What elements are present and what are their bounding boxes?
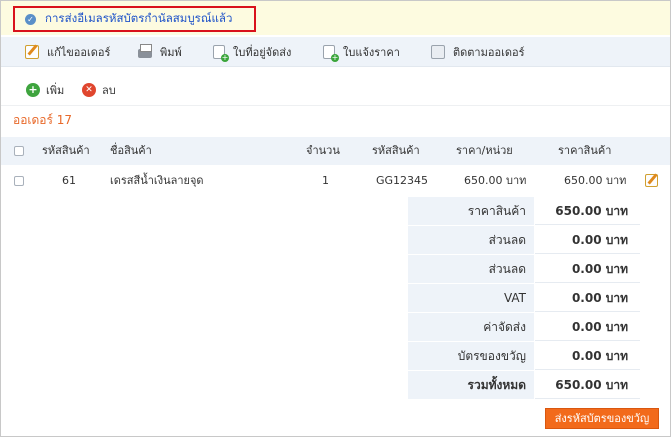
notice-box: ✓ การส่งอีเมลรหัสบัตรกำนัลสมบูรณ์แล้ว (13, 6, 256, 32)
quotation-label: ใบแจ้งราคา (343, 46, 400, 59)
cell-product-id: 61 (62, 174, 76, 187)
quotation-button[interactable]: ใบแจ้งราคา (323, 37, 400, 67)
summary-value: 650.00 บาท (535, 197, 640, 225)
summary-label: VAT (408, 284, 535, 312)
track-icon (431, 45, 445, 59)
print-button[interactable]: พิมพ์ (138, 37, 182, 67)
summary-row: ส่วนลด 0.00 บาท (408, 226, 640, 255)
shipping-label-button[interactable]: ใบที่อยู่จัดส่ง (213, 37, 291, 67)
delete-item-button[interactable]: ✕ ลบ (82, 79, 116, 101)
edit-order-label: แก้ไขออเดอร์ (47, 46, 111, 59)
select-all-checkbox[interactable] (14, 146, 24, 156)
row-checkbox[interactable] (14, 176, 24, 186)
edit-icon (25, 45, 39, 59)
check-icon: ✓ (25, 13, 36, 25)
notice-bar: ✓ การส่งอีเมลรหัสบัตรกำนัลสมบูรณ์แล้ว (1, 1, 670, 35)
header-unit-price: ราคา/หน่วย (456, 144, 513, 157)
summary-row: ส่วนลด 0.00 บาท (408, 255, 640, 284)
header-product-id: รหัสสินค้า (42, 144, 90, 157)
add-item-button[interactable]: + เพิ่ม (26, 79, 64, 101)
summary-label: ส่วนลด (408, 226, 535, 254)
summary-total-value: 650.00 บาท (535, 371, 640, 399)
print-label: พิมพ์ (160, 46, 182, 59)
summary-total-label: รวมทั้งหมด (408, 371, 535, 399)
order-summary: ราคาสินค้า 650.00 บาท ส่วนลด 0.00 บาท ส่… (408, 197, 640, 400)
add-label: เพิ่ม (46, 84, 65, 97)
summary-row: VAT 0.00 บาท (408, 284, 640, 313)
summary-label: ค่าจัดส่ง (408, 313, 535, 341)
header-price: ราคาสินค้า (558, 144, 612, 157)
summary-value: 0.00 บาท (535, 342, 640, 370)
summary-label: บัตรของขวัญ (408, 342, 535, 370)
summary-row: ค่าจัดส่ง 0.00 บาท (408, 313, 640, 342)
summary-value: 0.00 บาท (535, 313, 640, 341)
order-number: ออเดอร์ 17 (13, 113, 73, 127)
header-sku: รหัสสินค้า (372, 144, 420, 157)
print-icon (138, 44, 152, 58)
add-doc-icon (213, 45, 229, 62)
summary-total-row: รวมทั้งหมด 650.00 บาท (408, 371, 640, 400)
summary-row: ราคาสินค้า 650.00 บาท (408, 197, 640, 226)
add-icon: + (26, 83, 40, 97)
header-product-name: ชื่อสินค้า (110, 144, 152, 157)
table-header: รหัสสินค้า ชื่อสินค้า จำนวน รหัสสินค้า ร… (1, 137, 670, 165)
delete-label: ลบ (102, 84, 116, 97)
cell-price: 650.00 บาท (564, 174, 627, 187)
cell-unit-price: 650.00 บาท (464, 174, 527, 187)
delete-icon: ✕ (82, 83, 96, 97)
track-order-label: ติดตามออเดอร์ (453, 46, 525, 59)
notice-message: การส่งอีเมลรหัสบัตรกำนัลสมบูรณ์แล้ว (45, 11, 233, 25)
send-gift-code-button[interactable]: ส่งรหัสบัตรของขวัญ (545, 408, 659, 429)
summary-value: 0.00 บาท (535, 255, 640, 283)
summary-value: 0.00 บาท (535, 226, 640, 254)
summary-label: ราคาสินค้า (408, 197, 535, 225)
shipping-label-label: ใบที่อยู่จัดส่ง (233, 46, 292, 59)
summary-row: บัตรของขวัญ 0.00 บาท (408, 342, 640, 371)
cell-sku: GG12345 (376, 174, 429, 187)
summary-label: ส่วนลด (408, 255, 535, 283)
edit-row-icon[interactable] (645, 174, 658, 187)
divider (1, 105, 670, 106)
track-order-button[interactable]: ติดตามออเดอร์ (431, 37, 525, 67)
cell-quantity: 1 (322, 174, 329, 187)
toolbar: แก้ไขออเดอร์ พิมพ์ ใบที่อยู่จัดส่ง ใบแจ้… (1, 37, 670, 67)
edit-order-button[interactable]: แก้ไขออเดอร์ (25, 37, 110, 67)
table-row: 61 เดรสสีน้ำเงินลายจุด 1 GG12345 650.00 … (1, 167, 670, 195)
order-page: ✓ การส่งอีเมลรหัสบัตรกำนัลสมบูรณ์แล้ว แก… (0, 0, 671, 437)
header-quantity: จำนวน (306, 144, 340, 157)
add-doc-icon (323, 45, 339, 62)
summary-value: 0.00 บาท (535, 284, 640, 312)
cell-product-name: เดรสสีน้ำเงินลายจุด (110, 174, 204, 187)
